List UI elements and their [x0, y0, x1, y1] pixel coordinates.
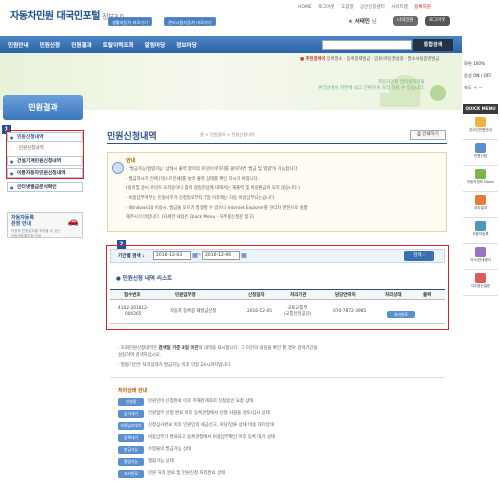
left-panel-title: 민원결과 — [3, 95, 83, 120]
my-civil-button[interactable]: 나의민원 — [393, 16, 418, 26]
car-icon: 🚗 — [67, 217, 79, 227]
nav-result[interactable]: 민원결과 — [71, 41, 92, 49]
status-badge: 열람가능 — [118, 458, 144, 466]
col-contact: 담당연락처 — [335, 293, 356, 298]
date-search-button[interactable]: 검색 › — [404, 251, 434, 261]
divider — [110, 377, 445, 378]
status-badge: 발급가능 — [118, 446, 144, 454]
status-desc: 수령물의 발급가능 상태 — [148, 447, 192, 452]
print-button[interactable]: ⎙ 인쇄하기 — [410, 130, 446, 140]
status-desc: 신청심사완료 이후 민원인의 세금신고, 저당/압류 상태 비용 대기상태 — [148, 423, 274, 428]
info-text: 설정하여 검색하십시오. — [118, 353, 162, 358]
notice-title: 안내 — [126, 158, 136, 164]
notice-line: 해주시기 바랍니다. (자세한 내용은 Quick Menu - 자주묻는질문 … — [126, 215, 255, 220]
notice-line: · '발급가능/열람가능' 상태시 출력 항목의 프린트이미지를 클릭하면 '발… — [126, 167, 299, 172]
info-text: · 조회민원신청내역은 검색일 기준 3일 이전의 내역을 표시합니다. 그 이… — [118, 346, 318, 351]
breadcrumb: 홈 > 민원결과 > 민원신청내역 — [200, 132, 255, 137]
utility-links: HOME 로그아웃 도움말 공인인증센터 사이트맵 등록지원 — [298, 4, 436, 10]
site-link-button-1[interactable]: 생활자동차 바로가기 — [108, 17, 153, 26]
cert-link[interactable]: 공인인증센터 — [360, 5, 385, 10]
user-greeting: ★ 서태민 님 — [348, 19, 377, 25]
col-org: 처리기관 — [290, 293, 307, 298]
cell-task-name[interactable]: 자동차 등록증 재발급신청 — [170, 309, 216, 315]
speed-minus-icon[interactable]: － — [479, 85, 483, 90]
quick-menu-title: QUICK MENU — [463, 104, 498, 114]
quick-online-guide[interactable]: 온라인민원안내 — [463, 114, 498, 140]
date-from-input[interactable]: 2016-12-03 — [153, 251, 191, 260]
status-desc: 민원업무 신청 완료 이후 등록관청에서 신청 사항을 검토/심사 상태 — [148, 411, 270, 416]
portal-logo[interactable]: 자동차민원 대국민포털정부3.0 — [10, 7, 124, 22]
search-button[interactable]: 통합검색 — [413, 39, 453, 51]
cell-org: 국토교통부 (교통안전공단) — [284, 306, 312, 317]
calendar-icon[interactable]: ▦ — [241, 251, 249, 260]
nav-notice[interactable]: 알림마당 — [145, 41, 166, 49]
notice-line: · Windows10 이용시, 발급을 모르가 발생할 수 있으니 Inter… — [126, 206, 308, 211]
list-title: ● 민원신청 내역 리스트 — [116, 276, 173, 282]
date-separator: ~ — [197, 252, 202, 258]
user-icon: ★ — [348, 19, 355, 25]
speed-label: 속도 ＋ － — [464, 85, 483, 90]
font-size-label: 화면 100% — [464, 61, 486, 66]
logout-button[interactable]: 로그아웃 — [425, 16, 450, 26]
status-badge: 처리완료 — [118, 470, 144, 478]
menu-doc-verify[interactable]: 인터넷발급문서확인 — [7, 182, 83, 193]
col-print: 출력 — [423, 293, 432, 298]
help-link[interactable]: 도움말 — [341, 5, 353, 10]
sitemap-link[interactable]: 사이트맵 — [391, 5, 408, 10]
logout-link[interactable]: 로그아웃 — [318, 5, 335, 10]
col-apply-date: 신청일자 — [248, 293, 265, 298]
status-desc: 비용납부가 완료되고 등록관청에서 비용납부확인 이후 등록 대기 상태 — [148, 435, 275, 440]
col-receipt-no: 접수번호 — [124, 293, 141, 298]
status-desc: 열람가능 상태 — [148, 459, 174, 464]
notice-line: · 비용납부여부는 민원사무가 신청일로부터 7일 이후에는 자동 비용납부되는… — [126, 196, 276, 201]
col-task-name: 민원업무명 — [175, 293, 196, 298]
cell-contact: 070-7872-3985 — [333, 309, 367, 314]
search-input[interactable] — [322, 40, 412, 50]
info-text: · 열람기간은 처리상태가 발급가능 이후 익일 24시까지입니다. — [118, 363, 232, 368]
nav-history[interactable]: 토탈이력조회 — [103, 41, 134, 49]
cell-receipt-no: 4102-201612- 000265 — [118, 306, 149, 317]
date-to-input[interactable]: 2016-12-06 — [202, 251, 240, 260]
quick-apply[interactable]: 민원신청 — [463, 140, 498, 166]
col-status: 처리상태 — [385, 293, 402, 298]
nav-info[interactable]: 정보마당 — [176, 41, 197, 49]
home-link[interactable]: HOME — [298, 5, 312, 10]
page-title: 민원신청내역 — [107, 132, 157, 142]
status-desc: 민원인이 신청완료 이후 이해관계자의 신청승인 요청 상태 — [148, 399, 254, 404]
nav-apply[interactable]: 민원신청 — [40, 41, 61, 49]
status-desc: 민원 처리 완료 및 민원신청 처리완료 상태 — [148, 471, 226, 476]
notice-line: · 발급하시기 전에 [테스트인쇄]를 눌러 출력 상태를 확인 하시기 바랍니… — [126, 177, 260, 182]
status-badge: 신청중 — [118, 398, 144, 406]
notice-line: (용지및 글씨 프린트 오작동이나 종이 걸림현상에 대해서는 재출력 및 비용… — [126, 186, 300, 191]
menu-motorcycle-history[interactable]: 이륜자동차민원신청내역 — [7, 168, 83, 179]
recommended-keywords: ■ 추천검색어 등록말소 · 등록증재발급 · 압류/저당권설정 · 말소사실증… — [300, 57, 440, 62]
bullet-icon: ● — [116, 276, 123, 282]
speed-plus-icon[interactable]: ＋ — [473, 85, 477, 90]
menu-construction-history[interactable]: 건설기계민원신청내역 — [7, 156, 83, 167]
quick-download[interactable]: 자동차정보 Down — [463, 166, 498, 192]
support-link[interactable]: 등록지원 — [414, 5, 431, 10]
registry-office-box[interactable]: 자동차등록 관청 안내 자동차 민원업무를 처리할 수 있는 자동차등록관청 안내 … — [7, 212, 83, 238]
submenu-apply-history[interactable]: · 민원신청내역 — [16, 145, 44, 151]
quick-center[interactable]: 이사/안내센터 — [463, 244, 498, 270]
status-badge: 비용납부대기 — [118, 422, 144, 430]
status-guide-title: 처리상태 안내 — [118, 388, 148, 394]
title-divider — [107, 143, 447, 144]
voice-toggle[interactable]: 음성 ON / OFF — [464, 73, 492, 79]
quick-faq[interactable]: 자주묻는질문 — [463, 270, 498, 296]
menu-apply-history[interactable]: 민원신청내역 — [7, 132, 83, 143]
info-icon — [112, 162, 124, 174]
site-link-button-2[interactable]: 관리시험자동차 바로가기 — [164, 17, 216, 26]
quick-result[interactable]: 처리결과 — [463, 192, 498, 218]
nav-guide[interactable]: 민원안내 — [8, 41, 29, 49]
cell-apply-date: 2016-12-05 — [247, 309, 272, 314]
status-badge: 등록대기 — [118, 434, 144, 442]
date-search-label: 기간별 검색 : — [118, 254, 145, 259]
banner-slogan: 자동차민원 인터넷처리율 온라인에서 한번에 쉽고 간편하게 처리 하실 수 있습… — [318, 80, 425, 91]
status-badge[interactable]: 처리완료 — [387, 311, 415, 318]
notice-box: 안내 · '발급가능/열람가능' 상태시 출력 항목의 프린트이미지를 클릭하면… — [107, 152, 447, 232]
status-badge: 심사대기 — [118, 410, 144, 418]
quick-registration[interactable]: 자동차등록 — [463, 218, 498, 244]
